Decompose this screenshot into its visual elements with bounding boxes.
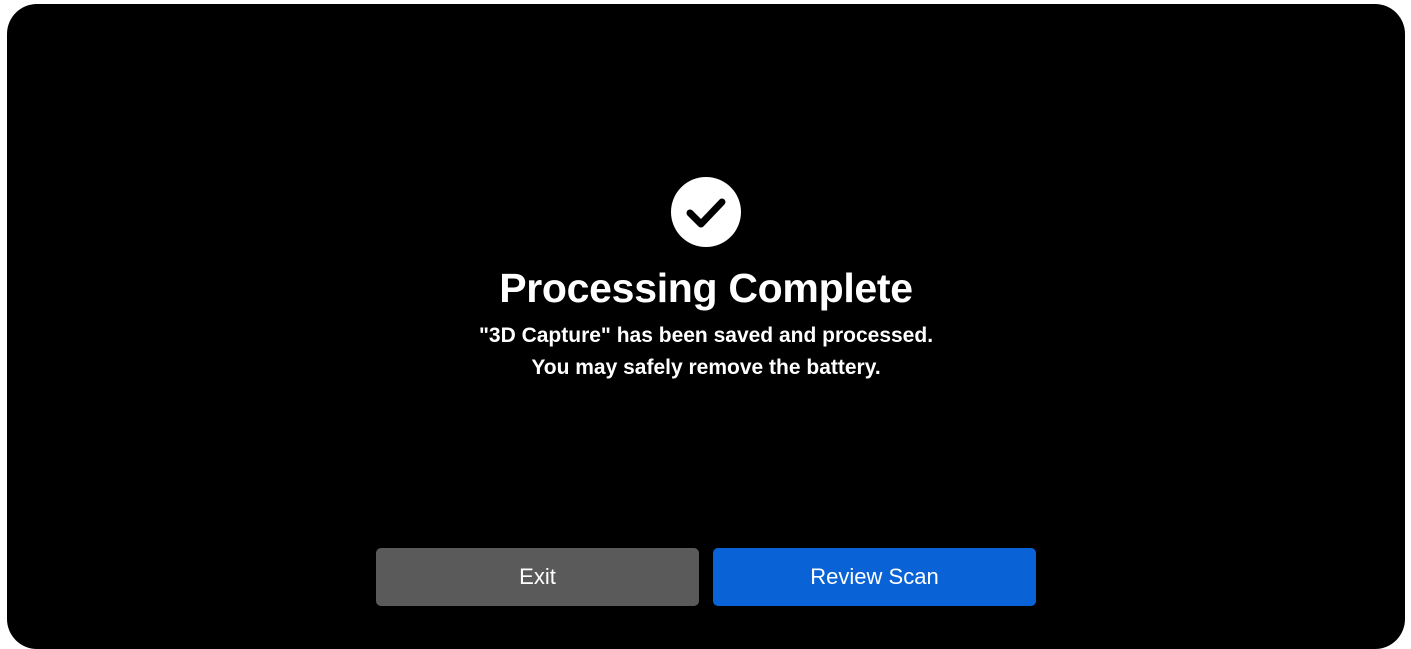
review-scan-button[interactable]: Review Scan: [713, 548, 1036, 606]
checkmark-circle-icon: [670, 176, 742, 248]
processing-complete-screen: Processing Complete "3D Capture" has bee…: [7, 4, 1405, 649]
dialog-message: "3D Capture" has been saved and processe…: [7, 320, 1405, 384]
message-line-saved: "3D Capture" has been saved and processe…: [478, 324, 934, 347]
exit-button[interactable]: Exit: [376, 548, 699, 606]
message-line-battery: You may safely remove the battery.: [531, 356, 881, 379]
dialog-title: Processing Complete: [499, 265, 913, 311]
